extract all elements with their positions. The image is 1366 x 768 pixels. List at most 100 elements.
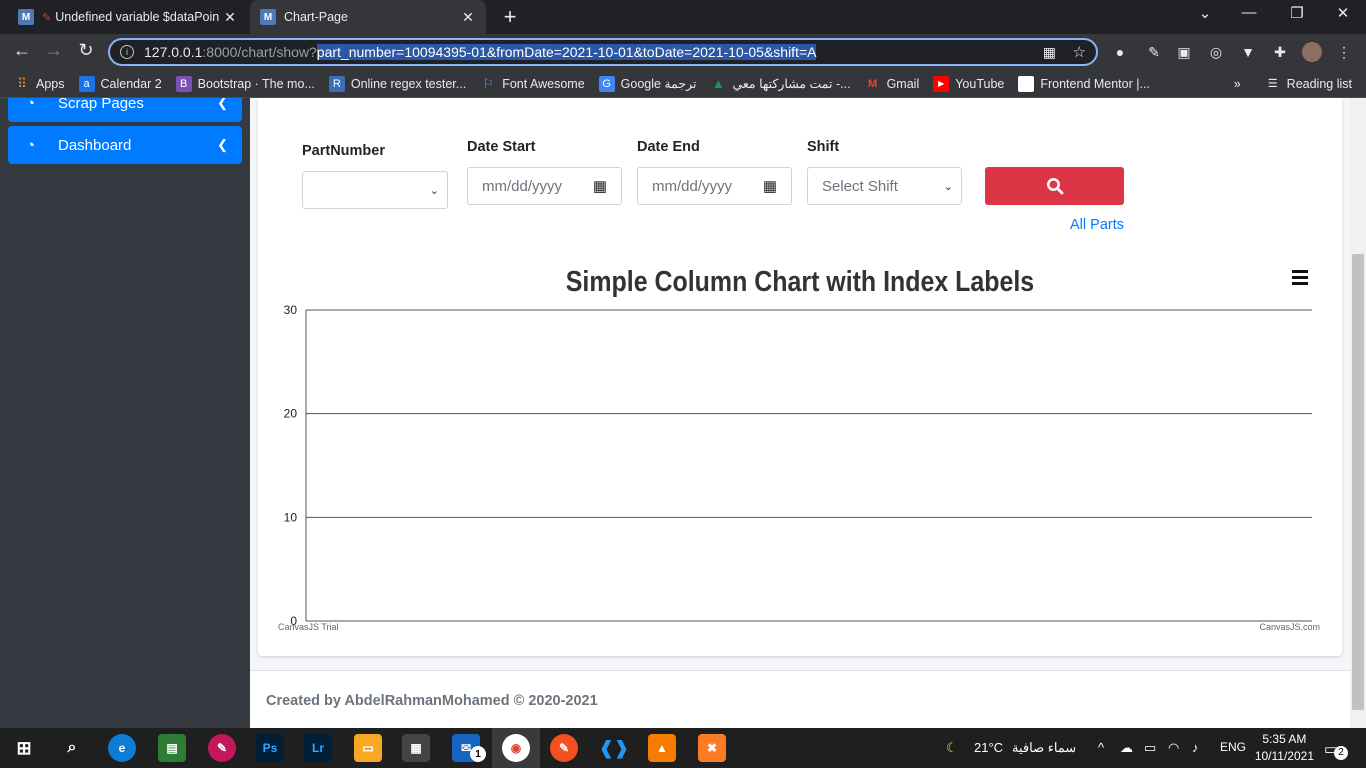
wifi-icon[interactable]: ◠ [1168,740,1179,756]
sidebar-item-scrap-pages[interactable]: ◔ Scrap Pages ❮ [8,98,242,122]
extension-target-icon[interactable]: ◎ [1206,42,1226,62]
tab-undefined-variable[interactable]: M ✎ Undefined variable $dataPoin ✕ [8,0,248,34]
browser-toolbar: ← → ↻ i 127.0.0.1:8000/chart/show? part_n… [0,34,1366,70]
vscode-icon[interactable]: ❰❱ [599,734,629,762]
close-tab-icon[interactable]: ✕ [222,9,238,26]
bookmark-apps[interactable]: ⠿ Apps [14,76,64,92]
extension-image-icon[interactable]: ▣ [1174,42,1194,62]
sidebar-item-dashboard[interactable]: ◔ Dashboard ❮ [8,126,242,164]
minimize-icon[interactable]: — [1234,4,1264,21]
site-info-icon[interactable]: i [120,45,134,59]
qr-code-icon[interactable]: ▦ [1043,44,1056,61]
close-tab-icon[interactable]: ✕ [460,9,476,26]
taskbar-clock[interactable]: 5:35 AM 10/11/2021 [1255,731,1314,765]
bookmark-label: تمت مشاركتها معي -... [732,77,851,91]
address-bar[interactable]: i 127.0.0.1:8000/chart/show? part_number=… [108,38,1098,66]
edge-icon[interactable]: e [108,734,136,762]
bookmark-frontend-mentor[interactable]: Frontend Mentor |... [1018,75,1150,92]
calendar-icon[interactable]: ▦ [593,177,607,195]
profile-avatar[interactable] [1302,42,1322,62]
all-parts-link[interactable]: All Parts [1070,217,1124,233]
back-icon[interactable]: ← [10,40,34,61]
part-number-select[interactable]: ⌄ [302,171,448,209]
bookmark-drive[interactable]: ▲ تمت مشاركتها معي -... [710,76,851,92]
tab-search-icon[interactable]: ⌄ [1190,4,1220,22]
bookmarks-bar: ⠿ Apps a Calendar 2 B Bootstrap · The mo… [0,70,1366,98]
flag-icon: ⚐ [482,75,495,91]
bookmark-bootstrap[interactable]: B Bootstrap · The mo... [175,75,315,92]
regex-icon: R [328,75,345,92]
tray-overflow-icon[interactable]: ^ [1098,740,1104,755]
bookmark-gmail[interactable]: M Gmail [865,76,919,92]
volume-icon[interactable]: ♪ [1192,740,1199,755]
xampp-icon[interactable]: ✖ [698,734,726,762]
chevron-down-icon: ⌄ [943,180,953,193]
calendar-a-icon: a [78,75,95,92]
weather-temp[interactable]: 21°C [974,740,1003,755]
battery-icon[interactable]: ▭ [1144,740,1156,756]
sidebar-item-label: Scrap Pages [58,98,144,112]
chart-menu-icon[interactable] [1292,270,1308,285]
mail-badge: 1 [470,746,486,762]
calendar-icon[interactable]: ▦ [763,177,777,195]
forward-icon[interactable]: → [42,40,66,61]
bookmark-star-icon[interactable]: ☆ [1073,43,1086,61]
extensions-puzzle-icon[interactable]: ✚ [1270,42,1290,62]
canvasjs-credit-watermark: CanvasJS.com [1259,622,1320,632]
reload-icon[interactable]: ↻ [74,40,98,61]
chart-plot: 3020100CanvasJS Trial CanvasJS.com [278,303,1320,632]
gmail-icon: M [867,77,878,90]
bookmarks-overflow-icon[interactable]: » [1234,77,1241,91]
page-content: ◔ Scrap Pages ❮ ◔ Dashboard ❮ PartNumber… [0,98,1366,728]
chrome-icon[interactable]: ◉ [502,734,530,762]
bookmark-calendar[interactable]: a Calendar 2 [78,75,162,92]
y-tick-label: 20 [284,407,298,421]
windows-start-icon[interactable]: ⊞ [10,734,38,762]
close-window-icon[interactable]: ✕ [1328,4,1358,22]
restore-icon[interactable]: ❐ [1282,4,1312,22]
extension-pen-icon[interactable]: ✎ [1144,42,1164,62]
chart-title: Simple Column Chart with Index Labels [565,266,1035,298]
tab-strip: M ✎ Undefined variable $dataPoin ✕ M Cha… [0,0,1366,34]
date-start-placeholder: mm/dd/yyyy [482,177,563,195]
reading-list-button[interactable]: ☰ Reading list [1265,76,1352,92]
bookmark-google-translate[interactable]: G Google ترجمة [598,75,697,92]
site-favicon-icon: M [18,9,34,25]
lightroom-icon[interactable]: Lr [304,734,332,762]
extension-circle-icon[interactable]: ● [1110,42,1130,62]
weather-moon-icon[interactable]: ☾ [946,740,958,756]
weather-text[interactable]: سماء صافية [1012,740,1076,756]
extension-vue-icon[interactable]: ▼ [1238,42,1258,62]
chart-card: PartNumber ⌄ Date Start mm/dd/yyyy ▦ Dat… [258,98,1342,656]
gitkraken-icon[interactable]: ▲ [648,734,676,762]
tab-chart-page[interactable]: M Chart-Page ✕ [250,0,486,34]
tab-title: Undefined variable $dataPoin [55,10,220,24]
bookmark-label: Font Awesome [502,76,585,91]
bookmark-regex[interactable]: R Online regex tester... [328,75,466,92]
onedrive-icon[interactable]: ☁ [1120,740,1133,756]
date-start-input[interactable]: mm/dd/yyyy ▦ [467,167,622,205]
date-start-label: Date Start [467,139,536,155]
file-explorer-icon[interactable]: ▭ [354,734,382,762]
store-icon[interactable]: ▦ [402,734,430,762]
spreadsheet-app-icon[interactable]: ▤ [158,734,186,762]
postman-icon[interactable]: ✎ [550,734,578,762]
language-indicator[interactable]: ENG [1220,740,1246,754]
youtube-play-icon: ▶ [933,75,950,92]
google-translate-icon: G [598,75,615,92]
sidebar: ◔ Scrap Pages ❮ ◔ Dashboard ❮ [0,98,250,728]
bookmark-youtube[interactable]: ▶ YouTube [933,75,1005,92]
bookmark-label: YouTube [955,76,1005,91]
bookmark-font-awesome[interactable]: ⚐ Font Awesome [480,76,584,92]
search-icon[interactable]: ⌕ [58,734,86,762]
shift-select[interactable]: Select Shift ⌄ [807,167,962,205]
date-end-input[interactable]: mm/dd/yyyy ▦ [637,167,792,205]
scrollbar-thumb[interactable] [1352,254,1364,710]
new-tab-button[interactable]: + [498,4,522,30]
menu-kebab-icon[interactable]: ⋮ [1334,42,1354,62]
page-scrollbar[interactable] [1350,98,1366,728]
search-button[interactable] [985,167,1124,205]
paint-app-icon[interactable]: ✎ [208,734,236,762]
bookmark-label: Google ترجمة [620,77,697,91]
photoshop-icon[interactable]: Ps [256,734,284,762]
